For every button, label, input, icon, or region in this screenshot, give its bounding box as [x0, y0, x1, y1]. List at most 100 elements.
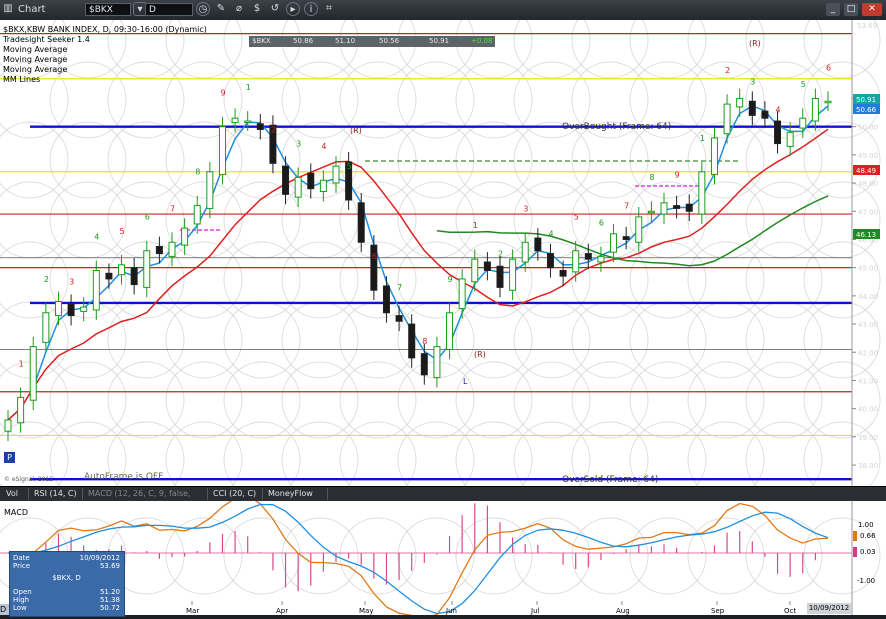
- price-chart-panel[interactable]: 123456789123456789123456789123456 51.005…: [0, 1, 886, 499]
- info-open-label: Open: [13, 588, 32, 596]
- link-icon[interactable]: ⌀: [232, 2, 246, 16]
- seeker-count: 1: [700, 134, 705, 143]
- candle-body: [357, 202, 365, 243]
- info-date-value: 10/09/2012: [79, 554, 120, 562]
- r-marker-jun: (R): [474, 350, 486, 359]
- candle-body: [118, 264, 126, 276]
- p-marker[interactable]: P: [4, 452, 15, 463]
- seeker-count: 7: [397, 283, 402, 292]
- candle-body: [584, 253, 592, 260]
- quote-icon[interactable]: $: [250, 2, 264, 16]
- candle-body: [206, 171, 214, 209]
- tab-cci[interactable]: CCI (20, C): [210, 488, 263, 500]
- candle-body: [446, 312, 454, 350]
- candle-body: [67, 303, 75, 317]
- clock-icon[interactable]: ◷: [196, 2, 210, 16]
- interval-input[interactable]: D: [145, 3, 193, 16]
- tab-moneyflow[interactable]: MoneyFlow (14): [265, 488, 328, 510]
- candle-body: [433, 346, 441, 379]
- seeker-count: 8: [195, 168, 200, 177]
- month-label: May: [359, 607, 373, 615]
- seeker-count: 9: [220, 89, 225, 98]
- seeker-count: 8: [649, 173, 654, 182]
- candle-body: [572, 250, 580, 273]
- price-tick: 48.00: [858, 180, 878, 188]
- candle-body: [509, 258, 517, 291]
- quote-change: +0.08: [471, 37, 493, 45]
- candle-body: [218, 126, 226, 176]
- candle-body: [282, 165, 290, 195]
- candle-body: [193, 205, 201, 225]
- tab-vol[interactable]: Vol: [3, 488, 29, 500]
- close-button[interactable]: ✕: [862, 3, 882, 16]
- candle-body: [496, 265, 504, 288]
- data-window[interactable]: Date 10/09/2012 Price 53.69 $BKX, D Open 51…: [9, 551, 125, 617]
- price-badge-text: 46.13: [856, 231, 876, 239]
- info-icon[interactable]: i: [304, 2, 318, 16]
- seeker-count: 2: [725, 66, 730, 75]
- price-tick: 40.00: [858, 406, 878, 414]
- replay-icon[interactable]: ↺: [268, 2, 282, 16]
- candle-body: [231, 117, 239, 123]
- candle-body: [471, 258, 479, 283]
- tab-macd[interactable]: MACD (12, 26, C, 9, false, true): [85, 488, 208, 510]
- date-badge: 10/09/2012: [807, 603, 851, 614]
- candle-body: [673, 205, 681, 209]
- seeker-count: 5: [574, 213, 579, 222]
- info-price-label: Price: [13, 562, 31, 570]
- window-title: Chart: [18, 4, 46, 15]
- study-mm-lines[interactable]: MM Lines: [3, 75, 207, 85]
- study-ma-3[interactable]: Moving Average: [3, 65, 207, 75]
- info-low-label: Low: [13, 604, 27, 612]
- title-bar: ▥ Chart $BKX ▾ D ◷ ✎ ⌀ $ ↺ ▸ i ⌗ _ □ ✕: [0, 0, 886, 21]
- candle-body: [420, 353, 428, 376]
- oversold-label: OverSold (Frame: 64): [562, 475, 659, 485]
- seeker-count: 3: [69, 278, 74, 287]
- candle-body: [534, 237, 542, 252]
- seeker-count: 1: [246, 83, 251, 92]
- candle-body: [458, 278, 466, 310]
- candle-body: [597, 255, 605, 263]
- candle-body: [307, 172, 315, 190]
- price-chart[interactable]: 123456789123456789123456789123456 51.005…: [0, 1, 886, 499]
- quote-high: 51.10: [335, 37, 356, 45]
- candle-body: [786, 131, 794, 147]
- price-top-label: 53.69: [857, 22, 877, 30]
- macd-badge: 0.66: [860, 532, 876, 540]
- seeker-count: 8: [422, 337, 427, 346]
- candle-body: [130, 267, 138, 286]
- info-low-value: 50.72: [99, 604, 120, 612]
- candle-body: [710, 137, 718, 176]
- play-icon[interactable]: ▸: [286, 2, 300, 16]
- candle-body: [382, 285, 390, 314]
- candle-body: [521, 241, 529, 263]
- r-marker-may: (R): [350, 126, 362, 135]
- pencil-icon[interactable]: ✎: [214, 2, 228, 16]
- candle-body: [610, 233, 618, 253]
- price-tick: 43.00: [858, 321, 878, 329]
- month-label: Oct: [784, 607, 796, 615]
- maximize-button[interactable]: □: [844, 3, 858, 16]
- minimize-button[interactable]: _: [826, 3, 840, 16]
- tag-icon[interactable]: ⌗: [322, 2, 336, 16]
- seeker-count: 1: [473, 221, 478, 230]
- info-high-value: 51.38: [99, 596, 120, 604]
- candle-body: [660, 202, 668, 215]
- candle-body: [647, 210, 655, 214]
- candle-body: [811, 97, 819, 122]
- tab-rsi[interactable]: RSI (14, C): [31, 488, 83, 500]
- candle-body: [54, 301, 62, 317]
- candle-body: [244, 120, 252, 124]
- indicator-tabs: Vol RSI (14, C) MACD (12, 26, C, 9, fals…: [0, 486, 886, 510]
- month-label: Aug: [616, 607, 630, 615]
- macd-panel[interactable]: Mar Apr May Jun Jul Aug Sep Oct MACD 1.00 -1.00…: [0, 494, 886, 618]
- symbol-input[interactable]: $BKX: [85, 3, 131, 16]
- chart-description: $BKX,KBW BANK INDEX, D, 09:30-16:00 (Dyn…: [3, 25, 207, 34]
- macd-chart[interactable]: Mar Apr May Jun Jul Aug Sep Oct: [0, 494, 886, 618]
- study-ma-1[interactable]: Moving Average: [3, 45, 207, 55]
- study-seeker[interactable]: Tradesight Seeker 1.4: [3, 35, 207, 45]
- candle-body: [80, 306, 88, 312]
- seeker-count: 5: [120, 227, 125, 236]
- study-ma-2[interactable]: Moving Average: [3, 55, 207, 65]
- candle-body: [723, 103, 731, 135]
